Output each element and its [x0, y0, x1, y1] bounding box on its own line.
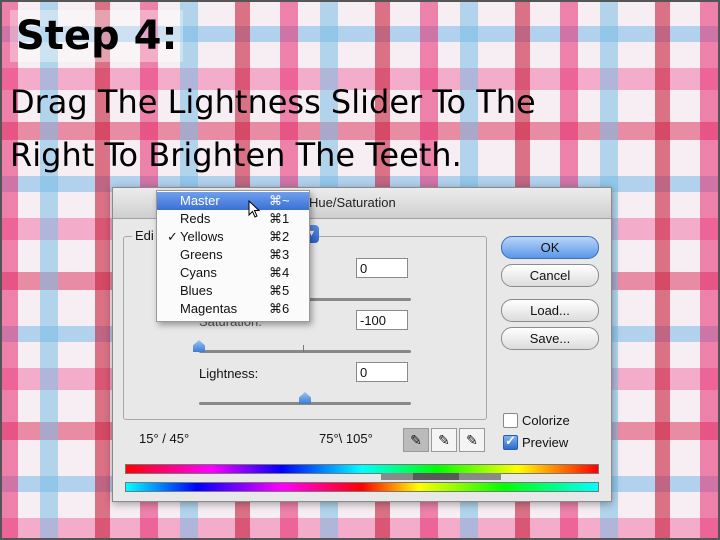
menu-item-label: Reds: [180, 211, 211, 226]
menu-item-label: Yellows: [180, 229, 224, 244]
menu-item-shortcut: ⌘~: [269, 193, 290, 208]
menu-item-magentas[interactable]: Magentas ⌘6: [157, 300, 309, 318]
menu-item-blues[interactable]: Blues ⌘5: [157, 282, 309, 300]
eyedropper-icon[interactable]: ✎: [403, 428, 429, 452]
colorize-checkbox[interactable]: [503, 413, 518, 428]
color-range-center[interactable]: [413, 473, 459, 480]
saturation-slider-track[interactable]: [199, 350, 411, 353]
menu-item-shortcut: ⌘2: [269, 229, 290, 244]
menu-item-shortcut: ⌘4: [269, 265, 290, 280]
menu-item-cyans[interactable]: Cyans ⌘4: [157, 264, 309, 282]
lightness-field[interactable]: 0: [356, 362, 408, 382]
ok-button[interactable]: OK: [501, 236, 599, 259]
output-color-bar: [125, 482, 599, 492]
menu-item-yellows[interactable]: ✓ Yellows ⌘2: [157, 228, 309, 246]
menu-item-shortcut: ⌘5: [269, 283, 290, 298]
lightness-slider-knob[interactable]: [299, 392, 311, 403]
slide-title: Step 4:: [10, 10, 184, 62]
range-right-readout: 75°\ 105°: [319, 431, 373, 446]
dialog-title: Hue/Saturation: [309, 195, 396, 210]
save-button[interactable]: Save...: [501, 327, 599, 350]
menu-item-reds[interactable]: Reds ⌘1: [157, 210, 309, 228]
lightness-label: Lightness:: [199, 366, 259, 381]
saturation-center-tick: [303, 345, 304, 352]
menu-item-label: Master: [180, 193, 220, 208]
saturation-slider-knob[interactable]: [193, 340, 205, 351]
menu-item-greens[interactable]: Greens ⌘3: [157, 246, 309, 264]
colorize-label: Colorize: [522, 413, 570, 428]
eyedropper-minus-icon[interactable]: ✎: [459, 428, 485, 452]
menu-item-shortcut: ⌘1: [269, 211, 290, 226]
menu-item-shortcut: ⌘3: [269, 247, 290, 262]
menu-item-label: Blues: [180, 283, 213, 298]
edit-dropdown-menu: Master ⌘~ Reds ⌘1 ✓ Yellows ⌘2 Greens ⌘3…: [156, 190, 310, 322]
menu-item-shortcut: ⌘6: [269, 301, 290, 316]
menu-item-label: Magentas: [180, 301, 238, 316]
load-button[interactable]: Load...: [501, 299, 599, 322]
hue-field[interactable]: 0: [356, 258, 408, 278]
input-color-bar: [125, 464, 599, 474]
menu-item-label: Greens: [180, 247, 223, 262]
cancel-button[interactable]: Cancel: [501, 264, 599, 287]
pointer-cursor-icon: [248, 200, 260, 218]
range-left-readout: 15° / 45°: [139, 431, 190, 446]
menu-item-label: Cyans: [180, 265, 217, 280]
slide-subtitle: Drag The Lightness Slider To The Right T…: [10, 83, 536, 174]
menu-item-master[interactable]: Master ⌘~: [157, 192, 309, 210]
preview-checkbox[interactable]: [503, 433, 518, 450]
edit-label: Edi: [132, 228, 157, 243]
preview-label: Preview: [522, 435, 569, 450]
saturation-field[interactable]: -100: [356, 310, 408, 330]
check-icon: ✓: [167, 229, 178, 244]
eyedropper-plus-icon[interactable]: ✎: [431, 428, 457, 452]
